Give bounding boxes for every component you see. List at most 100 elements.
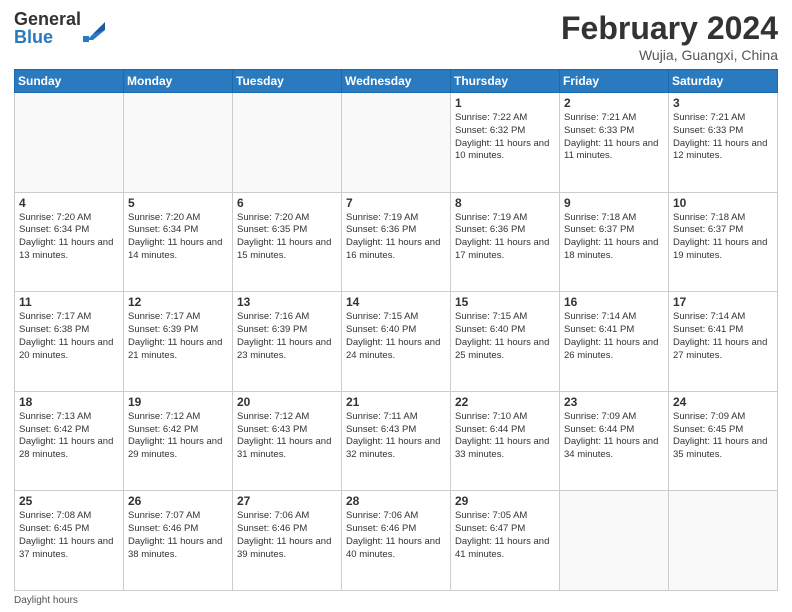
- table-row: 26 Sunrise: 7:07 AM Sunset: 6:46 PM Dayli…: [124, 491, 233, 591]
- calendar-week-row: 1 Sunrise: 7:22 AM Sunset: 6:32 PM Daylig…: [15, 93, 778, 193]
- day-number: 7: [346, 196, 446, 210]
- table-row: 5 Sunrise: 7:20 AM Sunset: 6:34 PM Daylig…: [124, 192, 233, 292]
- day-number: 20: [237, 395, 337, 409]
- day-info: Sunrise: 7:09 AM Sunset: 6:44 PM Dayligh…: [564, 411, 664, 462]
- day-number: 26: [128, 494, 228, 508]
- day-number: 12: [128, 295, 228, 309]
- calendar-day-header: Friday: [560, 70, 669, 93]
- calendar-week-row: 11Sunrise: 7:17 AM Sunset: 6:38 PM Dayli…: [15, 292, 778, 392]
- footer-note: Daylight hours: [14, 595, 778, 606]
- day-info: Sunrise: 7:14 AM Sunset: 6:41 PM Dayligh…: [564, 311, 664, 362]
- day-number: 23: [564, 395, 664, 409]
- table-row: 4 Sunrise: 7:20 AM Sunset: 6:34 PM Daylig…: [15, 192, 124, 292]
- day-number: 16: [564, 295, 664, 309]
- day-number: 10: [673, 196, 773, 210]
- calendar-week-row: 18 Sunrise: 7:13 AM Sunset: 6:42 PM Dayli…: [15, 391, 778, 491]
- page: General Blue February 2024 Wujia, Guangx…: [0, 0, 792, 612]
- day-info: Sunrise: 7:12 AM Sunset: 6:43 PM Dayligh…: [237, 411, 337, 462]
- day-info: Sunrise: 7:06 AM Sunset: 6:46 PM Dayligh…: [237, 510, 337, 561]
- day-number: 15: [455, 295, 555, 309]
- day-number: 13: [237, 295, 337, 309]
- day-number: 2: [564, 96, 664, 110]
- day-number: 6: [237, 196, 337, 210]
- day-number: 24: [673, 395, 773, 409]
- day-number: 21: [346, 395, 446, 409]
- day-number: 22: [455, 395, 555, 409]
- day-info: Sunrise: 7:21 AM Sunset: 6:33 PM Dayligh…: [673, 112, 773, 163]
- table-row: 28Sunrise: 7:06 AM Sunset: 6:46 PM Dayli…: [342, 491, 451, 591]
- day-info: Sunrise: 7:16 AM Sunset: 6:39 PM Dayligh…: [237, 311, 337, 362]
- day-info: Sunrise: 7:20 AM Sunset: 6:34 PM Dayligh…: [128, 212, 228, 263]
- calendar-day-header: Wednesday: [342, 70, 451, 93]
- title-block: February 2024 Wujia, Guangxi, China: [561, 10, 778, 63]
- table-row: 25 Sunrise: 7:08 AM Sunset: 6:45 PM Dayli…: [15, 491, 124, 591]
- table-row: 22 Sunrise: 7:10 AM Sunset: 6:44 PM Dayli…: [451, 391, 560, 491]
- month-title: February 2024: [561, 10, 778, 47]
- table-row: [342, 93, 451, 193]
- logo: General Blue: [14, 10, 105, 46]
- location: Wujia, Guangxi, China: [561, 47, 778, 63]
- calendar-day-header: Saturday: [669, 70, 778, 93]
- table-row: 27Sunrise: 7:06 AM Sunset: 6:46 PM Dayli…: [233, 491, 342, 591]
- table-row: 9 Sunrise: 7:18 AM Sunset: 6:37 PM Daylig…: [560, 192, 669, 292]
- day-number: 19: [128, 395, 228, 409]
- day-info: Sunrise: 7:18 AM Sunset: 6:37 PM Dayligh…: [564, 212, 664, 263]
- table-row: 14Sunrise: 7:15 AM Sunset: 6:40 PM Dayli…: [342, 292, 451, 392]
- table-row: 24 Sunrise: 7:09 AM Sunset: 6:45 PM Dayli…: [669, 391, 778, 491]
- logo-icon: [83, 12, 105, 42]
- day-number: 9: [564, 196, 664, 210]
- table-row: 18 Sunrise: 7:13 AM Sunset: 6:42 PM Dayli…: [15, 391, 124, 491]
- day-info: Sunrise: 7:15 AM Sunset: 6:40 PM Dayligh…: [455, 311, 555, 362]
- day-number: 14: [346, 295, 446, 309]
- table-row: 19Sunrise: 7:12 AM Sunset: 6:42 PM Dayli…: [124, 391, 233, 491]
- calendar-day-header: Monday: [124, 70, 233, 93]
- day-info: Sunrise: 7:20 AM Sunset: 6:34 PM Dayligh…: [19, 212, 119, 263]
- logo-general-text: General: [14, 10, 81, 28]
- table-row: 15 Sunrise: 7:15 AM Sunset: 6:40 PM Dayli…: [451, 292, 560, 392]
- table-row: 8Sunrise: 7:19 AM Sunset: 6:36 PM Daylig…: [451, 192, 560, 292]
- table-row: 10 Sunrise: 7:18 AM Sunset: 6:37 PM Dayli…: [669, 192, 778, 292]
- table-row: [669, 491, 778, 591]
- calendar-header-row: SundayMondayTuesdayWednesdayThursdayFrid…: [15, 70, 778, 93]
- day-info: Sunrise: 7:13 AM Sunset: 6:42 PM Dayligh…: [19, 411, 119, 462]
- day-info: Sunrise: 7:21 AM Sunset: 6:33 PM Dayligh…: [564, 112, 664, 163]
- day-number: 25: [19, 494, 119, 508]
- day-number: 29: [455, 494, 555, 508]
- day-info: Sunrise: 7:19 AM Sunset: 6:36 PM Dayligh…: [346, 212, 446, 263]
- day-info: Sunrise: 7:10 AM Sunset: 6:44 PM Dayligh…: [455, 411, 555, 462]
- day-number: 1: [455, 96, 555, 110]
- day-info: Sunrise: 7:22 AM Sunset: 6:32 PM Dayligh…: [455, 112, 555, 163]
- calendar-week-row: 25 Sunrise: 7:08 AM Sunset: 6:45 PM Dayli…: [15, 491, 778, 591]
- day-info: Sunrise: 7:08 AM Sunset: 6:45 PM Dayligh…: [19, 510, 119, 561]
- table-row: 2 Sunrise: 7:21 AM Sunset: 6:33 PM Daylig…: [560, 93, 669, 193]
- header: General Blue February 2024 Wujia, Guangx…: [14, 10, 778, 63]
- day-number: 18: [19, 395, 119, 409]
- day-number: 8: [455, 196, 555, 210]
- table-row: 20 Sunrise: 7:12 AM Sunset: 6:43 PM Dayli…: [233, 391, 342, 491]
- table-row: [233, 93, 342, 193]
- day-info: Sunrise: 7:09 AM Sunset: 6:45 PM Dayligh…: [673, 411, 773, 462]
- table-row: [560, 491, 669, 591]
- day-info: Sunrise: 7:11 AM Sunset: 6:43 PM Dayligh…: [346, 411, 446, 462]
- day-number: 3: [673, 96, 773, 110]
- logo-blue-text: Blue: [14, 28, 81, 46]
- day-info: Sunrise: 7:05 AM Sunset: 6:47 PM Dayligh…: [455, 510, 555, 561]
- day-info: Sunrise: 7:17 AM Sunset: 6:39 PM Dayligh…: [128, 311, 228, 362]
- day-info: Sunrise: 7:20 AM Sunset: 6:35 PM Dayligh…: [237, 212, 337, 263]
- calendar-week-row: 4 Sunrise: 7:20 AM Sunset: 6:34 PM Daylig…: [15, 192, 778, 292]
- table-row: [15, 93, 124, 193]
- calendar-table: SundayMondayTuesdayWednesdayThursdayFrid…: [14, 69, 778, 591]
- day-info: Sunrise: 7:18 AM Sunset: 6:37 PM Dayligh…: [673, 212, 773, 263]
- day-number: 4: [19, 196, 119, 210]
- table-row: [124, 93, 233, 193]
- table-row: 6 Sunrise: 7:20 AM Sunset: 6:35 PM Daylig…: [233, 192, 342, 292]
- day-number: 28: [346, 494, 446, 508]
- table-row: 13 Sunrise: 7:16 AM Sunset: 6:39 PM Dayli…: [233, 292, 342, 392]
- table-row: 12 Sunrise: 7:17 AM Sunset: 6:39 PM Dayli…: [124, 292, 233, 392]
- calendar-day-header: Sunday: [15, 70, 124, 93]
- calendar-day-header: Tuesday: [233, 70, 342, 93]
- table-row: 1 Sunrise: 7:22 AM Sunset: 6:32 PM Daylig…: [451, 93, 560, 193]
- day-number: 5: [128, 196, 228, 210]
- day-info: Sunrise: 7:07 AM Sunset: 6:46 PM Dayligh…: [128, 510, 228, 561]
- table-row: 7 Sunrise: 7:19 AM Sunset: 6:36 PM Daylig…: [342, 192, 451, 292]
